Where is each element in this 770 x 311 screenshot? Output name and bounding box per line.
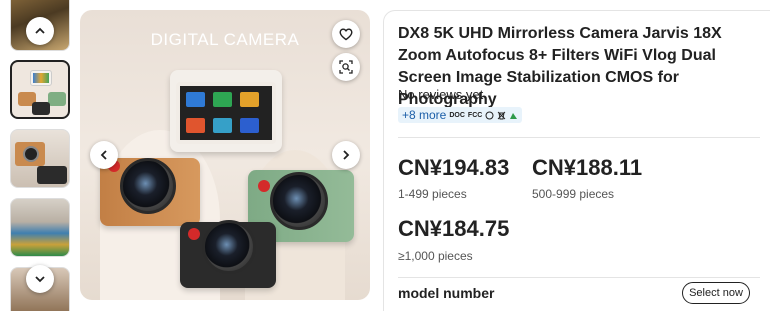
next-image-button[interactable] [332,141,360,169]
fcc-mark: FCC [467,111,483,119]
quantity-tier-1: 1-499 pieces [398,187,467,201]
image-search-icon [339,60,353,74]
camera-lens [120,158,176,214]
certifications-badge[interactable]: +8 more DOC FCC [398,107,523,123]
favorite-button[interactable] [332,20,360,48]
thumbnails-down-button[interactable] [26,265,54,293]
heart-icon [339,28,353,41]
thumbnails-up-button[interactable] [26,17,54,45]
thumbnail-3[interactable] [10,129,70,188]
thumbnail-2[interactable] [10,60,70,119]
visual-search-button[interactable] [332,53,360,81]
price-tier-1: CN¥194.83 [398,155,510,180]
divider [398,137,760,138]
red-badge [188,228,200,240]
camera-lens [270,172,328,230]
weee-bin-icon [497,111,506,119]
chevron-down-icon [35,276,45,283]
recycle-icon [485,111,494,119]
doc-mark: DOC [449,111,465,119]
camera-screen [176,82,276,144]
quantity-tier-2: 500-999 pieces [532,187,615,201]
green-mark-icon [510,112,518,119]
camera-lens [202,220,256,274]
model-number-label: model number [398,285,495,301]
price-tier-2: CN¥188.11 [532,155,643,180]
thumb-camera-screen [30,70,52,86]
quantity-tier-3: ≥1,000 pieces [398,249,473,263]
select-now-button[interactable]: Select now [682,282,750,304]
overlay-title: DIGITAL CAMERA [150,30,300,49]
certifications-more: +8 more [402,108,447,122]
prev-image-button[interactable] [90,141,118,169]
main-product-image: DIGITAL CAMERA [80,10,370,300]
reviews-text: No reviews yet [398,87,484,102]
product-info-panel: DX8 5K UHD Mirrorless Camera Jarvis 18X … [383,10,770,311]
chevron-left-icon [100,150,107,160]
thumbnail-strip [0,0,72,311]
red-badge [258,180,270,192]
chevron-right-icon [343,150,350,160]
price-tier-3: CN¥184.75 [398,216,510,241]
chevron-up-icon [35,27,45,34]
thumbnail-4[interactable] [10,198,70,257]
divider [398,277,760,278]
